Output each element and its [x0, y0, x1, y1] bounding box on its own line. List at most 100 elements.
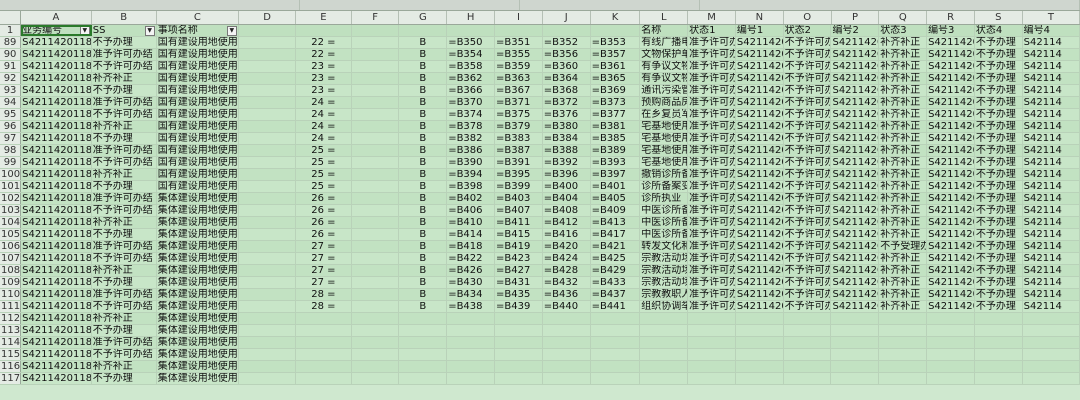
header-cell-b[interactable]: SS ▼	[91, 25, 157, 36]
cell-a[interactable]: S42114201183	[21, 73, 92, 84]
cell-l[interactable]: 宅基地使用	[640, 157, 689, 168]
cell-k[interactable]	[590, 325, 641, 336]
cell-s[interactable]: 不予办理	[974, 37, 1023, 48]
cell-n[interactable]: S42114201	[735, 265, 784, 276]
cell-r[interactable]	[927, 373, 975, 384]
cell-m[interactable]: 准予许可办	[688, 145, 736, 156]
cell-n[interactable]	[735, 373, 784, 384]
cell-g[interactable]: B	[399, 73, 448, 84]
cell-h[interactable]: =B354	[447, 49, 495, 60]
row-number[interactable]: 105	[0, 229, 22, 240]
cell-b[interactable]: 不予许可办结	[91, 109, 157, 120]
cell-a[interactable]: S42114201183	[21, 193, 92, 204]
cell-m[interactable]: 准予许可办	[688, 157, 736, 168]
cell-p[interactable]: S42114201	[831, 193, 880, 204]
cell-e[interactable]: 26 =	[296, 229, 352, 240]
cell-q[interactable]: 补齐补正	[879, 229, 928, 240]
column-header-c[interactable]: C	[157, 11, 239, 24]
cell-d[interactable]	[238, 145, 297, 156]
cell-i[interactable]: =B371	[494, 97, 543, 108]
cell-l[interactable]: 在乡复员军	[640, 109, 689, 120]
cell-d[interactable]	[238, 97, 297, 108]
cell-a[interactable]: S42114201183	[21, 217, 92, 228]
cell-g[interactable]: B	[399, 241, 448, 252]
cell-n[interactable]	[735, 337, 784, 348]
cell-k[interactable]: =B405	[590, 193, 641, 204]
cell-d[interactable]	[238, 265, 297, 276]
cell-i[interactable]: =B403	[494, 193, 543, 204]
cell-s[interactable]: 不予办理	[974, 133, 1023, 144]
cell-r[interactable]: S42114201	[927, 109, 975, 120]
cell-r[interactable]: S42114201	[927, 301, 975, 312]
cell-d[interactable]	[238, 37, 297, 48]
cell-n[interactable]	[735, 325, 784, 336]
cell-b[interactable]: 补齐补正	[91, 265, 157, 276]
cell-r[interactable]: S42114201	[927, 289, 975, 300]
cell-k[interactable]: =B441	[590, 301, 641, 312]
cell-k[interactable]: =B397	[590, 169, 641, 180]
cell-r[interactable]	[927, 337, 975, 348]
cell-a[interactable]: S42114201183	[21, 169, 92, 180]
cell-l[interactable]	[640, 313, 689, 324]
cell-e[interactable]: 28 =	[296, 289, 352, 300]
cell-c[interactable]: 集体建设用地使用权首次登	[156, 253, 239, 264]
header-cell-r[interactable]: 编号3	[927, 25, 975, 36]
cell-h[interactable]: =B430	[447, 277, 495, 288]
cell-m[interactable]: 准予许可办	[688, 217, 736, 228]
cell-i[interactable]	[494, 373, 543, 384]
cell-c[interactable]: 集体建设用地使用权首次登	[156, 241, 239, 252]
cell-n[interactable]: S42114201	[735, 301, 784, 312]
cell-n[interactable]: S42114201	[735, 37, 784, 48]
cell-h[interactable]: =B386	[447, 145, 495, 156]
cell-s[interactable]: 不予办理	[974, 289, 1023, 300]
cell-q[interactable]: 补齐补正	[879, 145, 928, 156]
cell-a[interactable]: S42114201183	[21, 241, 92, 252]
cell-o[interactable]	[783, 337, 832, 348]
cell-q[interactable]: 补齐补正	[879, 193, 928, 204]
cell-t[interactable]: S42114	[1022, 49, 1080, 60]
cell-g[interactable]: B	[399, 205, 448, 216]
cell-t[interactable]: S42114	[1022, 205, 1080, 216]
column-header-o[interactable]: O	[784, 11, 832, 24]
cell-t[interactable]: S42114	[1022, 97, 1080, 108]
cell-c[interactable]: 国有建设用地使用权转移登	[156, 181, 239, 192]
cell-k[interactable]: =B429	[590, 265, 641, 276]
cell-d[interactable]	[238, 133, 297, 144]
cell-r[interactable]: S42114201	[927, 37, 975, 48]
cell-e[interactable]: 22 =	[296, 49, 352, 60]
cell-a[interactable]: S42114201183	[21, 361, 92, 372]
row-number[interactable]: 1	[0, 25, 22, 36]
cell-g[interactable]: B	[399, 265, 448, 276]
cell-s[interactable]: 不予办理	[974, 49, 1023, 60]
cell-e[interactable]: 26 =	[296, 205, 352, 216]
cell-k[interactable]	[590, 373, 641, 384]
cell-p[interactable]: S42114201	[831, 85, 880, 96]
cell-d[interactable]	[238, 373, 297, 384]
cell-q[interactable]: 补齐补正	[879, 289, 928, 300]
cell-f[interactable]	[351, 121, 400, 132]
header-cell-n[interactable]: 编号1	[735, 25, 784, 36]
cell-n[interactable]: S42114201	[735, 169, 784, 180]
cell-b[interactable]: 不予办理	[91, 229, 157, 240]
cell-o[interactable]: 不予许可办	[783, 277, 832, 288]
cell-l[interactable]	[640, 373, 689, 384]
cell-m[interactable]: 准予许可办	[688, 253, 736, 264]
cell-d[interactable]	[238, 169, 297, 180]
row-number[interactable]: 110	[0, 289, 22, 300]
cell-h[interactable]: =B382	[447, 133, 495, 144]
cell-m[interactable]: 准予许可办	[688, 37, 736, 48]
cell-b[interactable]: 不予办理	[91, 277, 157, 288]
cell-j[interactable]: =B416	[542, 229, 591, 240]
cell-j[interactable]: =B352	[542, 37, 591, 48]
cell-e[interactable]: 27 =	[296, 265, 352, 276]
cell-t[interactable]	[1022, 361, 1080, 372]
cell-f[interactable]	[351, 49, 400, 60]
cell-k[interactable]	[590, 337, 641, 348]
cell-p[interactable]: S42114201	[831, 145, 880, 156]
cell-d[interactable]	[238, 121, 297, 132]
cell-k[interactable]: =B381	[590, 121, 641, 132]
cell-t[interactable]: S42114	[1022, 73, 1080, 84]
cell-c[interactable]: 国有建设用地使用权转移登	[156, 157, 239, 168]
cell-r[interactable]: S42114201	[927, 73, 975, 84]
cell-t[interactable]: S42114	[1022, 37, 1080, 48]
